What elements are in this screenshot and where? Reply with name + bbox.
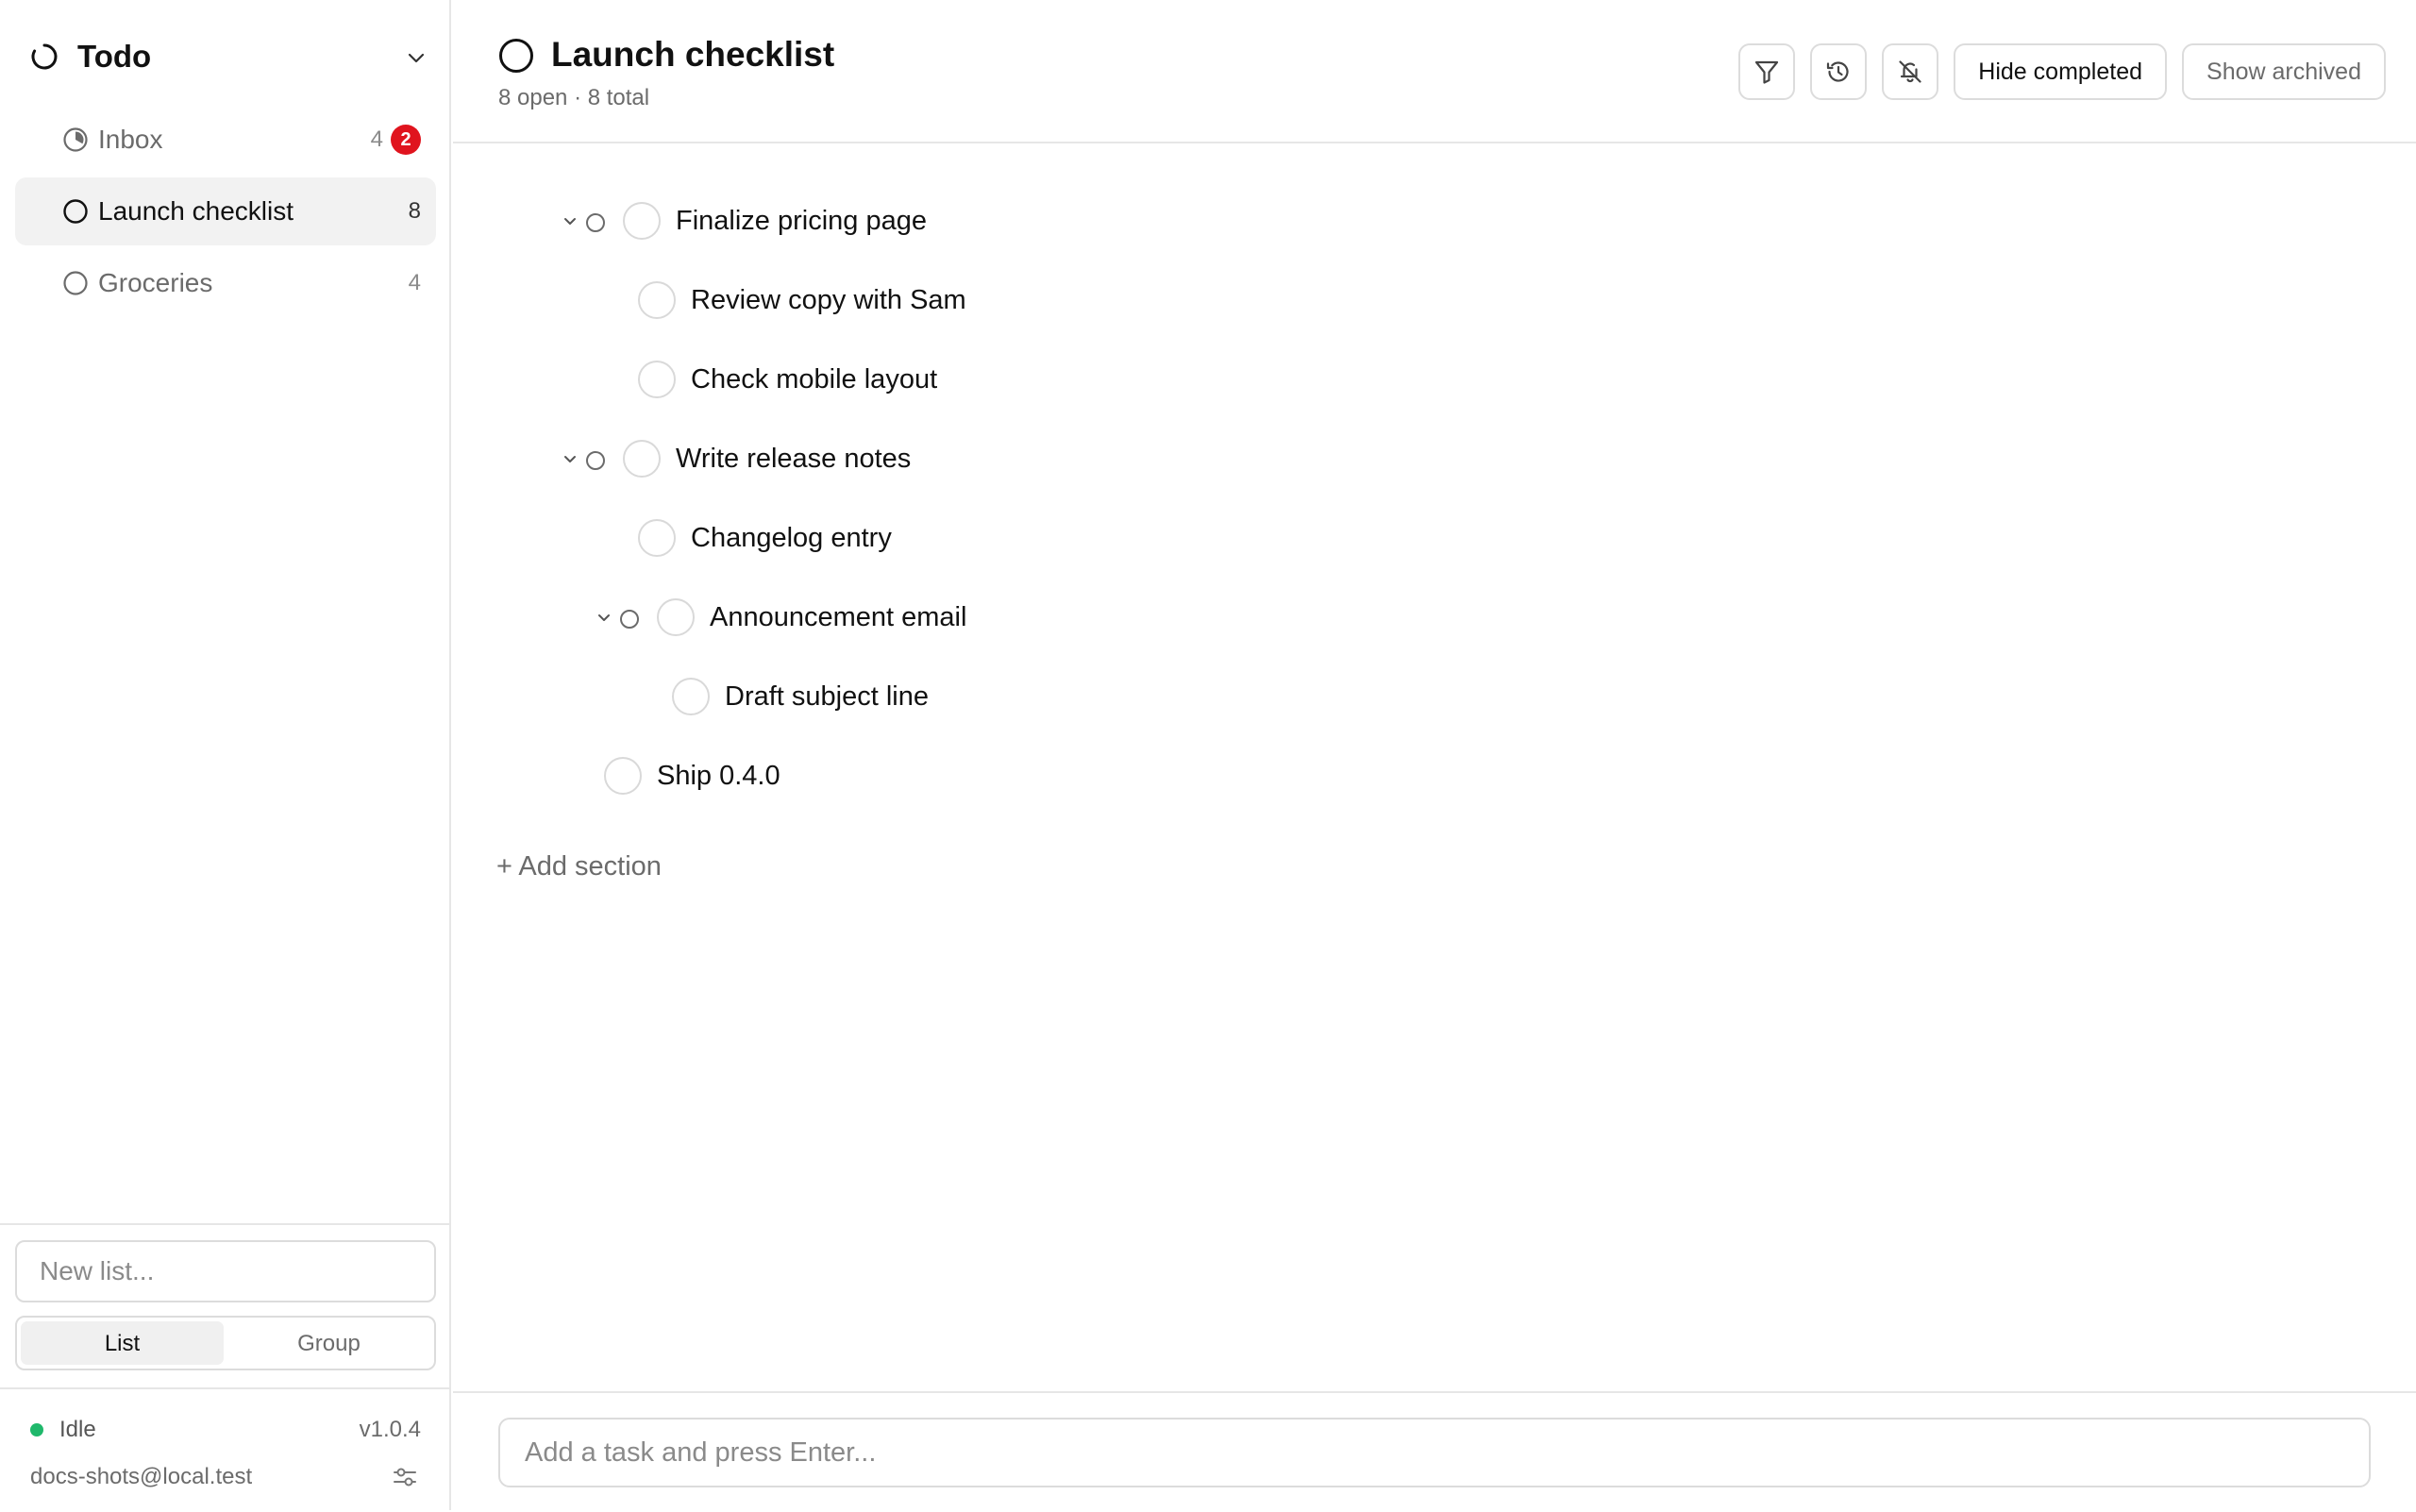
chevron-down-icon[interactable] — [406, 47, 427, 68]
add-section-button[interactable]: + Add section — [496, 846, 662, 887]
sidebar-item-label: Inbox — [98, 125, 163, 154]
task-checkbox[interactable] — [638, 361, 676, 398]
sidebar-footer: List Group — [0, 1223, 451, 1370]
task-row: Announcement email — [593, 591, 1442, 644]
sidebar: Todo Inbox 4 2 Launch checklist 8 Grocer… — [0, 0, 451, 1510]
settings-sliders-icon[interactable] — [393, 1465, 417, 1489]
filter-icon — [1755, 60, 1779, 84]
task-list: Finalize pricing page Review copy with S… — [453, 143, 2416, 1389]
app-title: Todo — [77, 39, 152, 74]
account-email: docs-shots@local.test — [30, 1464, 253, 1489]
show-archived-button[interactable]: Show archived — [2182, 43, 2386, 100]
task-row: Draft subject line — [672, 670, 1333, 723]
circle-icon — [63, 271, 88, 295]
circle-icon — [499, 39, 533, 73]
sidebar-item-label: Launch checklist — [98, 196, 294, 226]
status-bar: Idle v1.0.4 docs-shots@local.test — [0, 1387, 451, 1512]
task-row: Finalize pricing page — [559, 194, 1408, 247]
chevron-down-icon[interactable] — [559, 210, 581, 232]
main-panel: Launch checklist 8 open · 8 total Hide c… — [453, 0, 2416, 1510]
page-title: Launch checklist — [551, 35, 835, 74]
progress-circle-icon — [63, 127, 88, 152]
app-switcher[interactable]: Todo — [30, 38, 427, 76]
task-row: Check mobile layout — [638, 353, 1299, 406]
status-text: Idle — [59, 1417, 96, 1442]
version-label: v1.0.4 — [359, 1417, 421, 1442]
filter-button[interactable] — [1738, 43, 1796, 100]
task-label[interactable]: Ship 0.4.0 — [657, 749, 780, 802]
view-toggle-list[interactable]: List — [21, 1321, 224, 1365]
unread-badge: 2 — [391, 125, 421, 155]
status-indicator — [30, 1423, 43, 1436]
list-summary: 8 open · 8 total — [498, 85, 650, 110]
history-icon — [1827, 61, 1849, 82]
sidebar-item-groceries[interactable]: Groceries 4 — [15, 249, 436, 317]
task-checkbox[interactable] — [638, 519, 676, 557]
chevron-down-icon[interactable] — [559, 447, 581, 470]
task-checkbox[interactable] — [604, 757, 642, 795]
task-label[interactable]: Check mobile layout — [691, 353, 937, 406]
task-checkbox[interactable] — [623, 440, 661, 478]
task-label[interactable]: Announcement email — [710, 591, 966, 644]
hide-completed-button[interactable]: Hide completed — [1954, 43, 2168, 100]
list-count: 4 — [408, 270, 421, 295]
subtask-progress-icon — [586, 213, 605, 232]
composer-bar — [453, 1391, 2416, 1510]
list-nav: Inbox 4 2 Launch checklist 8 Groceries 4 — [15, 106, 436, 321]
sidebar-item-label: Groceries — [98, 268, 213, 297]
bell-off-icon — [1899, 60, 1921, 83]
task-row: Write release notes — [559, 432, 1408, 485]
task-row: Ship 0.4.0 — [604, 749, 1265, 802]
list-header: Launch checklist 8 open · 8 total Hide c… — [453, 0, 2416, 143]
history-button[interactable] — [1810, 43, 1868, 100]
sidebar-item-inbox[interactable]: Inbox 4 2 — [15, 106, 436, 174]
task-row: Review copy with Sam — [638, 274, 1299, 327]
circle-icon — [63, 199, 88, 224]
task-label[interactable]: Write release notes — [676, 432, 911, 485]
task-row: Changelog entry — [638, 512, 1299, 564]
task-label[interactable]: Changelog entry — [691, 512, 892, 564]
task-label[interactable]: Finalize pricing page — [676, 194, 927, 247]
add-task-input[interactable] — [498, 1418, 2371, 1487]
task-label[interactable]: Review copy with Sam — [691, 274, 966, 327]
view-toggle: List Group — [15, 1316, 436, 1370]
task-checkbox[interactable] — [623, 202, 661, 240]
task-checkbox[interactable] — [638, 281, 676, 319]
subtask-progress-icon — [586, 451, 605, 470]
task-checkbox[interactable] — [672, 678, 710, 715]
task-label[interactable]: Draft subject line — [725, 670, 929, 723]
app-logo-icon — [31, 43, 58, 70]
subtask-progress-icon — [620, 610, 639, 629]
header-toolbar: Hide completed Show archived — [1738, 43, 2386, 100]
sidebar-item-launch-checklist[interactable]: Launch checklist 8 — [15, 177, 436, 245]
view-toggle-group[interactable]: Group — [227, 1321, 430, 1365]
list-count: 8 — [408, 198, 421, 224]
notifications-button[interactable] — [1882, 43, 1939, 100]
chevron-down-icon[interactable] — [593, 606, 615, 629]
list-count: 4 — [370, 126, 383, 152]
task-checkbox[interactable] — [657, 598, 695, 636]
new-list-input[interactable] — [15, 1240, 436, 1302]
